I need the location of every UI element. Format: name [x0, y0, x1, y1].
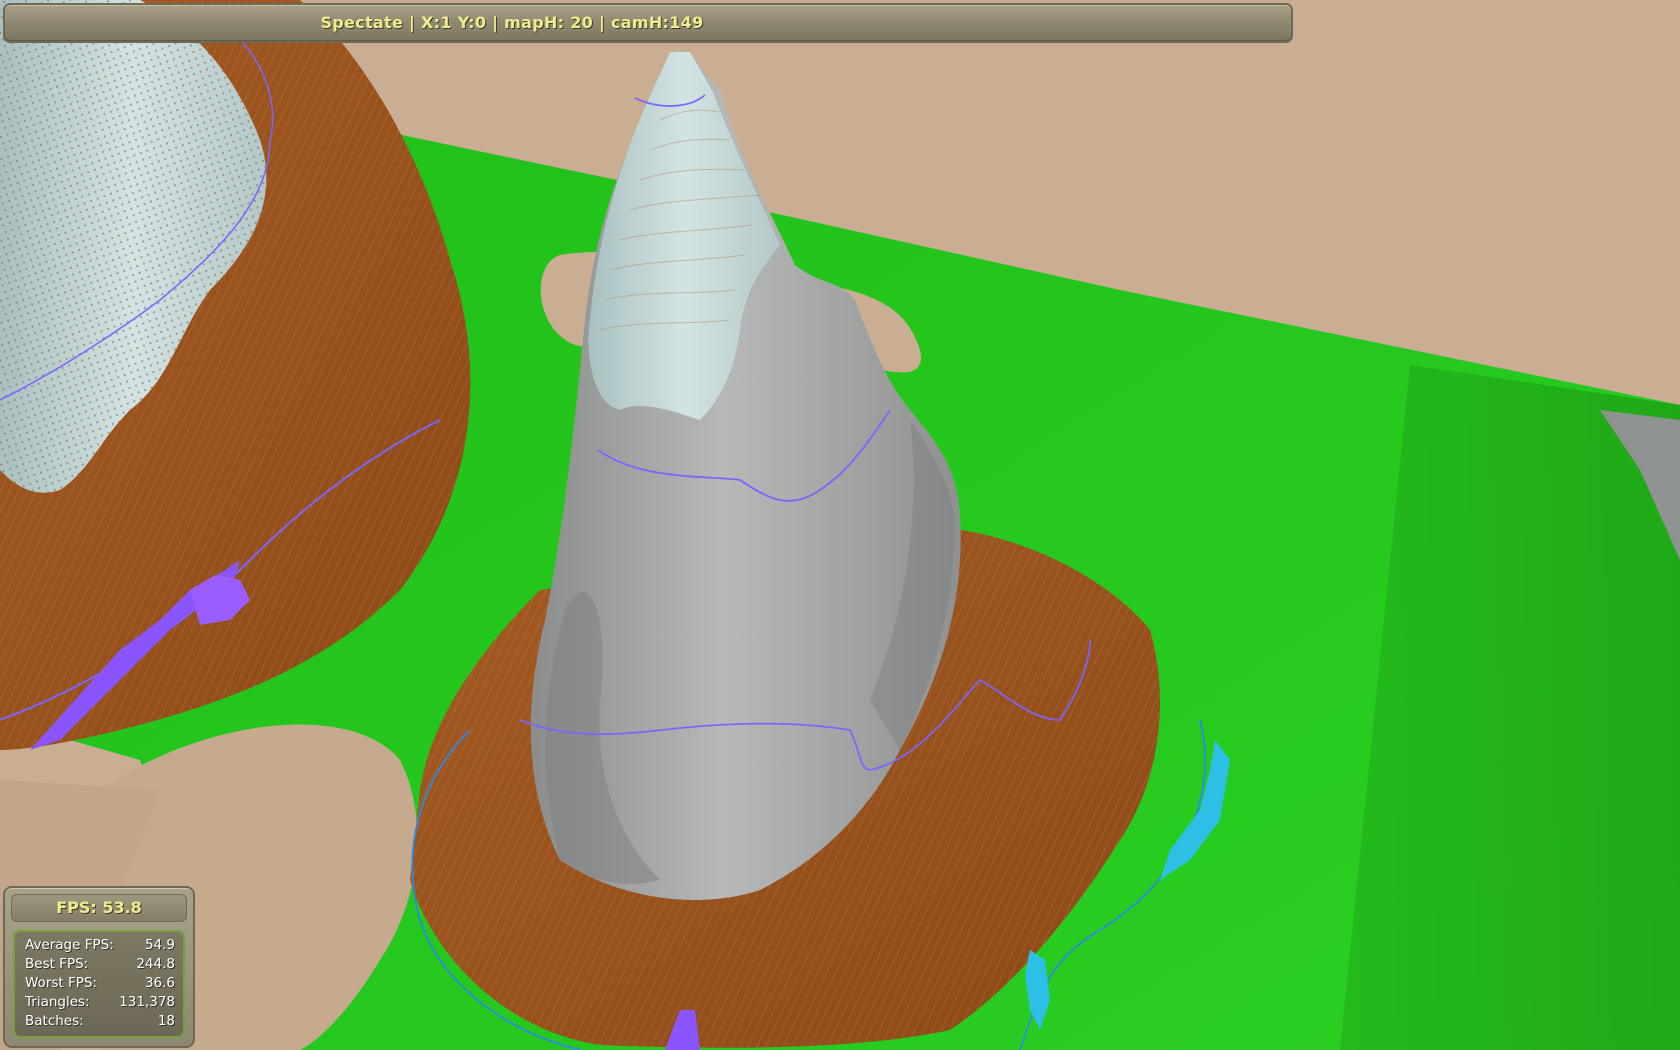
status-bar: Spectate | X:1 Y:0 | mapH: 20 | camH:149: [3, 3, 1293, 43]
stat-label: Average FPS:: [25, 937, 114, 953]
stat-row-average-fps: Average FPS: 54.9: [25, 936, 175, 955]
stat-value: 131,378: [119, 994, 175, 1010]
stat-label: Worst FPS:: [25, 975, 98, 991]
status-text: Spectate | X:1 Y:0 | mapH: 20 | camH:149: [320, 13, 704, 32]
stat-row-worst-fps: Worst FPS: 36.6: [25, 974, 175, 993]
fps-panel: FPS: 53.8 Average FPS: 54.9 Best FPS: 24…: [3, 886, 195, 1048]
stat-label: Batches:: [25, 1013, 84, 1029]
fps-title: FPS: 53.8: [11, 894, 187, 922]
game-viewport[interactable]: Spectate | X:1 Y:0 | mapH: 20 | camH:149…: [0, 0, 1680, 1050]
stat-row-triangles: Triangles: 131,378: [25, 993, 175, 1012]
terrain-scene[interactable]: [0, 0, 1680, 1050]
stat-row-best-fps: Best FPS: 244.8: [25, 955, 175, 974]
stat-label: Best FPS:: [25, 956, 89, 972]
fps-stats-box: Average FPS: 54.9 Best FPS: 244.8 Worst …: [13, 930, 185, 1038]
stat-row-batches: Batches: 18: [25, 1012, 175, 1031]
stat-value: 36.6: [144, 975, 175, 991]
stat-label: Triangles:: [25, 994, 90, 1010]
stat-value: 18: [157, 1013, 175, 1029]
stat-value: 54.9: [144, 937, 175, 953]
stat-value: 244.8: [136, 956, 175, 972]
